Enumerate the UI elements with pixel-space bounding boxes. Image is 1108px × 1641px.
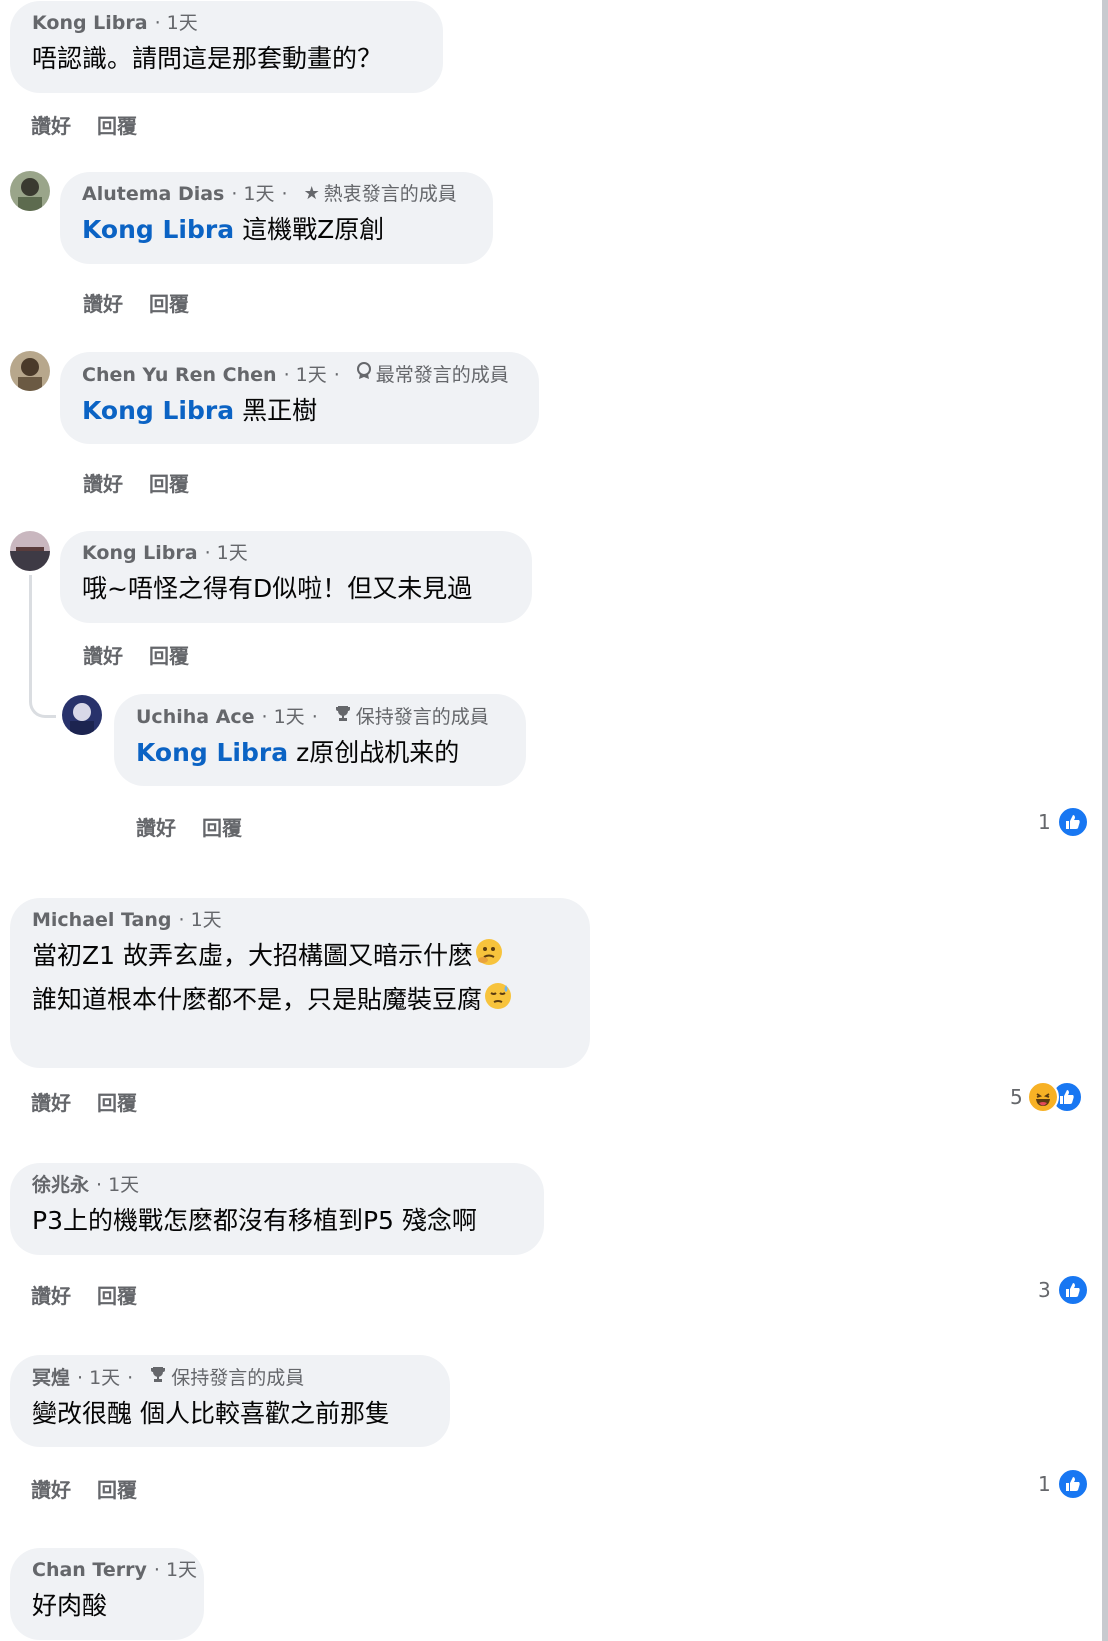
- comment-time[interactable]: 1天: [243, 182, 274, 206]
- comment-actions: 讚好 回覆: [31, 110, 163, 139]
- member-badge: 保持發言的成員: [171, 1366, 305, 1389]
- avatar[interactable]: [10, 531, 50, 571]
- reaction-summary[interactable]: 3: [1038, 1274, 1089, 1306]
- like-button[interactable]: 讚好: [83, 292, 123, 316]
- like-reaction-icon: [1056, 806, 1089, 838]
- comment-text: 唔認識。請問這是那套動畫的？: [32, 44, 383, 73]
- haha-reaction-icon: [1026, 1081, 1059, 1113]
- comment-author[interactable]: Kong Libra: [82, 541, 198, 565]
- comment-bubble: Kong Libra · 1天 哦~唔怪之得有D似啦！但又未見過: [60, 531, 532, 623]
- comment-text: z原创战机来的: [296, 738, 460, 767]
- comment-actions: 讚好 回覆: [31, 1087, 163, 1116]
- comment-author[interactable]: Kong Libra: [32, 11, 148, 35]
- reply-button[interactable]: 回覆: [97, 1478, 137, 1502]
- reply-button[interactable]: 回覆: [97, 114, 137, 138]
- comment-time[interactable]: 1天: [191, 908, 222, 932]
- comment-text: 黑正樹: [242, 396, 318, 425]
- reaction-count: 1: [1038, 1472, 1051, 1496]
- like-button[interactable]: 讚好: [83, 644, 123, 668]
- comment-time[interactable]: 1天: [296, 363, 327, 387]
- comment-bubble: Chan Terry · 1天 好肉酸: [10, 1548, 204, 1640]
- comment-actions: 讚好 回覆: [83, 640, 215, 669]
- star-icon: ★: [303, 183, 320, 204]
- reply-button[interactable]: 回覆: [97, 1091, 137, 1115]
- comment-bubble: Kong Libra · 1天 唔認識。請問這是那套動畫的？: [10, 1, 443, 93]
- comment-author[interactable]: Alutema Dias: [82, 182, 224, 206]
- comment-actions: 讚好 回覆: [83, 468, 215, 497]
- like-button[interactable]: 讚好: [31, 1478, 71, 1502]
- comment-time[interactable]: 1天: [108, 1173, 139, 1197]
- comment-bubble: Chen Yu Ren Chen · 1天 · 最常發言的成員 Kong Lib…: [60, 352, 539, 444]
- avatar[interactable]: [10, 351, 50, 391]
- comment-time[interactable]: 1天: [217, 541, 248, 565]
- comment-text: 哦~唔怪之得有D似啦！但又未見過: [82, 574, 473, 603]
- reply-button[interactable]: 回覆: [202, 816, 242, 840]
- reply-button[interactable]: 回覆: [149, 644, 189, 668]
- comment-author[interactable]: 冥煌: [32, 1366, 70, 1390]
- mention-tag[interactable]: Kong Libra: [136, 738, 288, 767]
- trophy-icon: [334, 704, 352, 729]
- comment-bubble: Uchiha Ace · 1天 · 保持發言的成員 Kong Libra z原创战…: [114, 694, 526, 786]
- reply-button[interactable]: 回覆: [149, 472, 189, 496]
- like-button[interactable]: 讚好: [31, 114, 71, 138]
- comment-time[interactable]: 1天: [274, 705, 305, 729]
- comment-author[interactable]: Chan Terry: [32, 1558, 147, 1582]
- medal-icon: [356, 362, 372, 387]
- comment-actions: 讚好 回覆: [136, 812, 268, 841]
- comment-bubble: 冥煌 · 1天 · 保持發言的成員 變改很醜 個人比較喜歡之前那隻: [10, 1355, 450, 1447]
- mention-tag[interactable]: Kong Libra: [82, 396, 234, 425]
- comment-author[interactable]: Michael Tang: [32, 908, 172, 932]
- comment-time[interactable]: 1天: [167, 11, 198, 35]
- like-button[interactable]: 讚好: [83, 472, 123, 496]
- reaction-summary[interactable]: 5: [1010, 1081, 1083, 1113]
- comment-text: P3上的機戰怎麽都沒有移植到P5 殘念啊: [32, 1206, 477, 1235]
- thread-line: [29, 575, 56, 718]
- thinking-face-icon: [475, 938, 503, 976]
- like-reaction-icon: [1056, 1468, 1089, 1500]
- comment-bubble: Michael Tang · 1天 當初Z1 故弄玄虛，大招構圖又暗示什麽 誰知…: [10, 898, 590, 1068]
- comment-author[interactable]: 徐兆永: [32, 1173, 89, 1197]
- reply-button[interactable]: 回覆: [97, 1284, 137, 1308]
- comment-bubble: Alutema Dias · 1天 · ★ 熱衷發言的成員 Kong Libra…: [60, 172, 493, 264]
- reaction-count: 3: [1038, 1278, 1051, 1302]
- like-reaction-icon: [1056, 1274, 1089, 1306]
- comment-text: 變改很醜 個人比較喜歡之前那隻: [32, 1399, 390, 1428]
- member-badge: 保持發言的成員: [355, 705, 489, 728]
- avatar[interactable]: [62, 695, 102, 735]
- comment-actions: 讚好 回覆: [31, 1474, 163, 1503]
- reply-button[interactable]: 回覆: [149, 292, 189, 316]
- trophy-icon: [149, 1365, 167, 1390]
- like-button[interactable]: 讚好: [31, 1091, 71, 1115]
- mention-tag[interactable]: Kong Libra: [82, 215, 234, 244]
- comment-actions: 讚好 回覆: [31, 1280, 163, 1309]
- comment-time[interactable]: 1天: [166, 1558, 197, 1582]
- reaction-summary[interactable]: 1: [1038, 1468, 1089, 1500]
- member-badge: 熱衷發言的成員: [323, 183, 457, 205]
- comment-text: 誰知道根本什麽都不是，只是貼魔裝豆腐: [32, 985, 483, 1014]
- comment-author[interactable]: Uchiha Ace: [136, 705, 255, 729]
- comment-bubble: 徐兆永 · 1天 P3上的機戰怎麽都沒有移植到P5 殘念啊: [10, 1163, 544, 1255]
- reaction-count: 5: [1010, 1085, 1023, 1109]
- reaction-summary[interactable]: 1: [1038, 806, 1089, 838]
- comment-text: 好肉酸: [32, 1591, 108, 1620]
- comment-actions: 讚好 回覆: [83, 288, 215, 317]
- like-button[interactable]: 讚好: [31, 1284, 71, 1308]
- downcast-sweat-face-icon: [484, 982, 512, 1020]
- comment-text: 這機戰Z原創: [242, 215, 385, 244]
- reaction-count: 1: [1038, 810, 1051, 834]
- scrollbar-edge[interactable]: [1102, 0, 1108, 1641]
- comment-author[interactable]: Chen Yu Ren Chen: [82, 363, 277, 387]
- comment-text: 當初Z1 故弄玄虛，大招構圖又暗示什麽: [32, 941, 473, 970]
- avatar[interactable]: [10, 171, 50, 211]
- member-badge: 最常發言的成員: [375, 363, 509, 386]
- comment-time[interactable]: 1天: [89, 1366, 120, 1390]
- like-button[interactable]: 讚好: [136, 816, 176, 840]
